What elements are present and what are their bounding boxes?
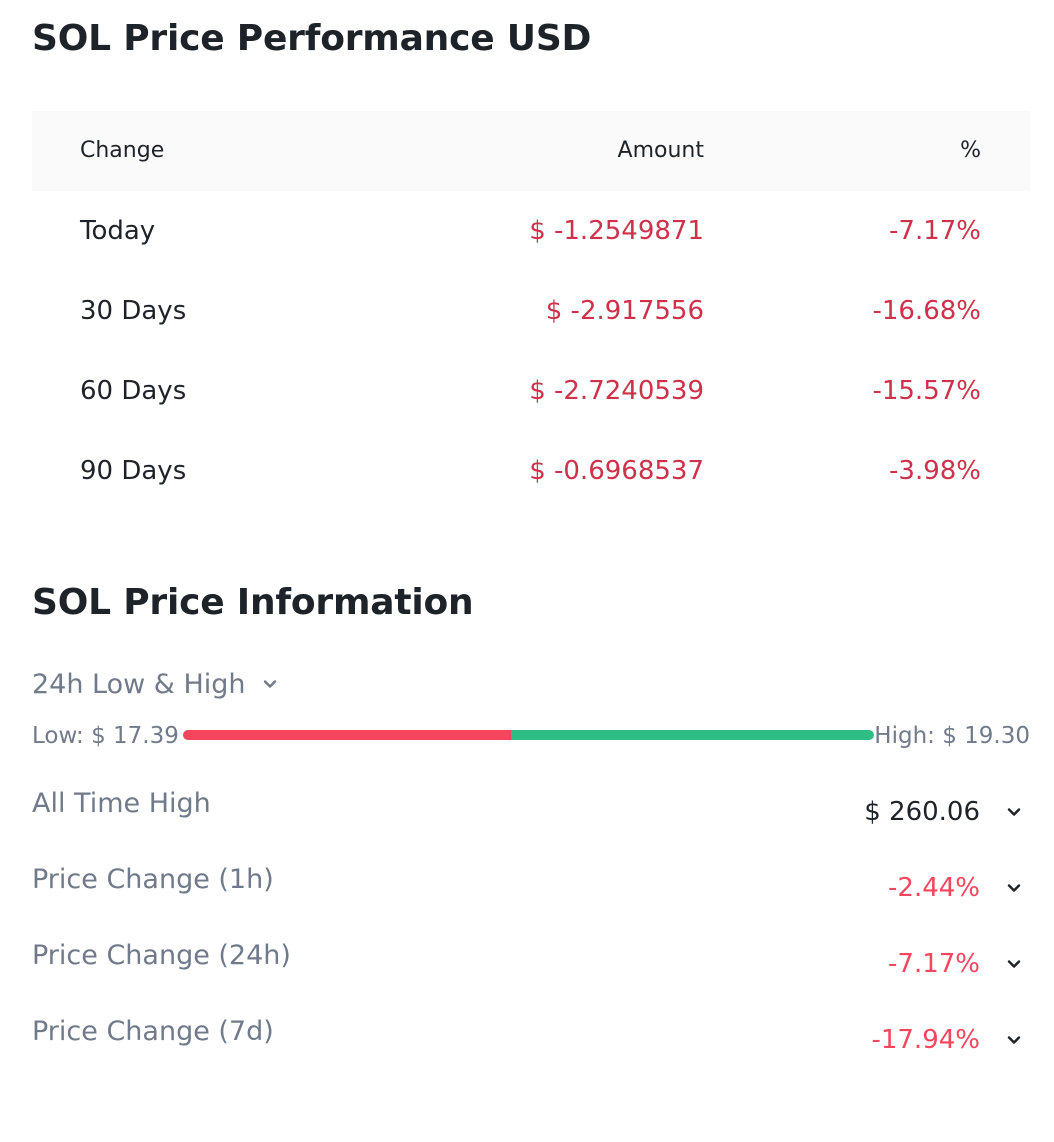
row-period: 90 Days [80,456,187,486]
row-percent: -7.17% [889,216,981,246]
row-amount: $ -2.917556 [545,296,704,326]
info-row-change-1h: Price Change (1h) -2.44% [32,852,1030,908]
chevron-down-icon[interactable] [1004,1030,1024,1050]
table-row: 60 Days $ -2.7240539 -15.57% [32,351,1030,431]
row-percent: -15.57% [872,376,981,406]
info-row-change-24h: Price Change (24h) -7.17% [32,928,1030,984]
info-row-change-7d: Price Change (7d) -17.94% [32,1004,1030,1060]
row-percent: -16.68% [872,296,981,326]
range-dropdown[interactable]: 24h Low & High [32,664,280,704]
table-header: Change Amount % [32,111,1030,191]
chevron-down-icon [260,674,280,694]
row-amount: $ -2.7240539 [529,376,704,406]
row-period: 30 Days [80,296,187,326]
performance-title: SOL Price Performance USD [32,18,592,59]
performance-table: Change Amount % Today $ -1.2549871 -7.17… [32,111,1030,511]
row-amount: $ -0.6968537 [529,456,704,486]
info-row-label: Price Change (24h) [32,940,291,971]
info-row-value: -17.94% [871,1025,980,1055]
price-panel: SOL Price Performance USD Change Amount … [0,0,1054,1142]
info-title: SOL Price Information [32,582,474,623]
range-low-label: Low: $ 17.39 [32,723,179,749]
header-amount: Amount [617,138,704,163]
row-period: Today [80,216,156,246]
table-row: Today $ -1.2549871 -7.17% [32,191,1030,271]
info-row-value: -2.44% [888,873,980,903]
chevron-down-icon[interactable] [1004,878,1024,898]
table-row: 30 Days $ -2.917556 -16.68% [32,271,1030,351]
row-percent: -3.98% [889,456,981,486]
range-indicator: Low: $ 17.39 High: $ 19.30 [32,716,1030,756]
range-bar-fill [183,730,512,740]
row-amount: $ -1.2549871 [529,216,704,246]
range-dropdown-label: 24h Low & High [32,668,246,700]
info-row-label: Price Change (1h) [32,864,274,895]
chevron-down-icon[interactable] [1004,802,1024,822]
range-bar [183,730,874,740]
row-period: 60 Days [80,376,187,406]
header-change: Change [80,138,165,163]
table-row: 90 Days $ -0.6968537 -3.98% [32,431,1030,511]
header-percent: % [960,138,981,163]
info-row-label: All Time High [32,788,211,819]
info-row-value: $ 260.06 [864,797,980,827]
chevron-down-icon[interactable] [1004,954,1024,974]
info-row-ath: All Time High $ 260.06 [32,776,1030,832]
range-high-label: High: $ 19.30 [874,723,1030,749]
info-row-value: -7.17% [888,949,980,979]
info-row-label: Price Change (7d) [32,1016,274,1047]
